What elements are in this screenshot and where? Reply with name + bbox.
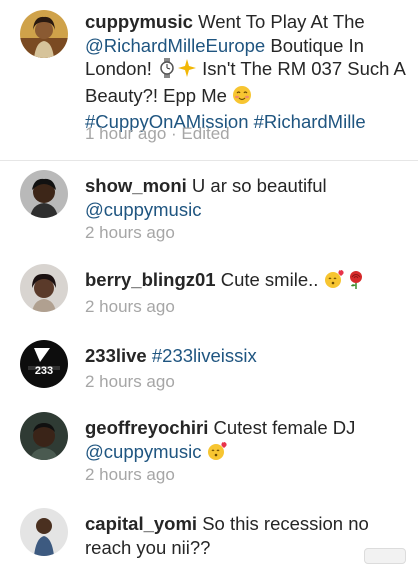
comment-text: Cute smile.. — [220, 269, 319, 290]
avatar-logo-text: 233 — [35, 365, 53, 377]
divider — [0, 160, 418, 161]
rose-emoji-icon — [346, 269, 366, 295]
caption-text: cuppymusic Went To Play At The @RichardM… — [85, 10, 405, 134]
watch-emoji-icon — [157, 58, 177, 84]
avatar[interactable]: 233 — [20, 340, 68, 388]
timestamp: 2 hours ago — [85, 372, 175, 391]
comment-text: Cutest female DJ — [213, 417, 356, 438]
avatar[interactable] — [20, 10, 68, 58]
username[interactable]: cuppymusic — [85, 11, 193, 32]
kissing-heart-emoji-icon — [207, 441, 229, 467]
username[interactable]: 233live — [85, 345, 147, 366]
timestamp: 2 hours ago — [85, 465, 175, 484]
username[interactable]: berry_blingz01 — [85, 269, 216, 290]
timestamp: 1 hour ago — [85, 124, 167, 143]
username[interactable]: show_moni — [85, 175, 187, 196]
caption-text-part: Went To Play At The — [198, 11, 365, 32]
username[interactable]: capital_yomi — [85, 513, 197, 534]
sparkles-emoji-icon — [177, 58, 197, 84]
avatar[interactable] — [20, 264, 68, 312]
scroll-indicator[interactable] — [364, 548, 406, 564]
caption-meta: 1 hour ago · Edited — [85, 124, 230, 143]
avatar[interactable] — [20, 412, 68, 460]
username[interactable]: geoffreyochiri — [85, 417, 208, 438]
timestamp: 2 hours ago — [85, 223, 175, 242]
hashtag-link[interactable]: #233liveissix — [152, 345, 257, 366]
mention-link[interactable]: @cuppymusic — [85, 199, 201, 220]
timestamp: 2 hours ago — [85, 297, 175, 316]
avatar[interactable] — [20, 170, 68, 218]
avatar[interactable] — [20, 508, 68, 556]
hashtag-link[interactable]: #RichardMille — [254, 111, 366, 132]
edited-label: Edited — [181, 124, 230, 143]
blushing-face-emoji-icon — [232, 85, 252, 111]
comment-text: U ar so beautiful — [191, 175, 327, 196]
kissing-heart-emoji-icon — [324, 269, 346, 295]
mention-link[interactable]: @cuppymusic — [85, 441, 201, 462]
mention-link[interactable]: @RichardMilleEurope — [85, 35, 265, 56]
